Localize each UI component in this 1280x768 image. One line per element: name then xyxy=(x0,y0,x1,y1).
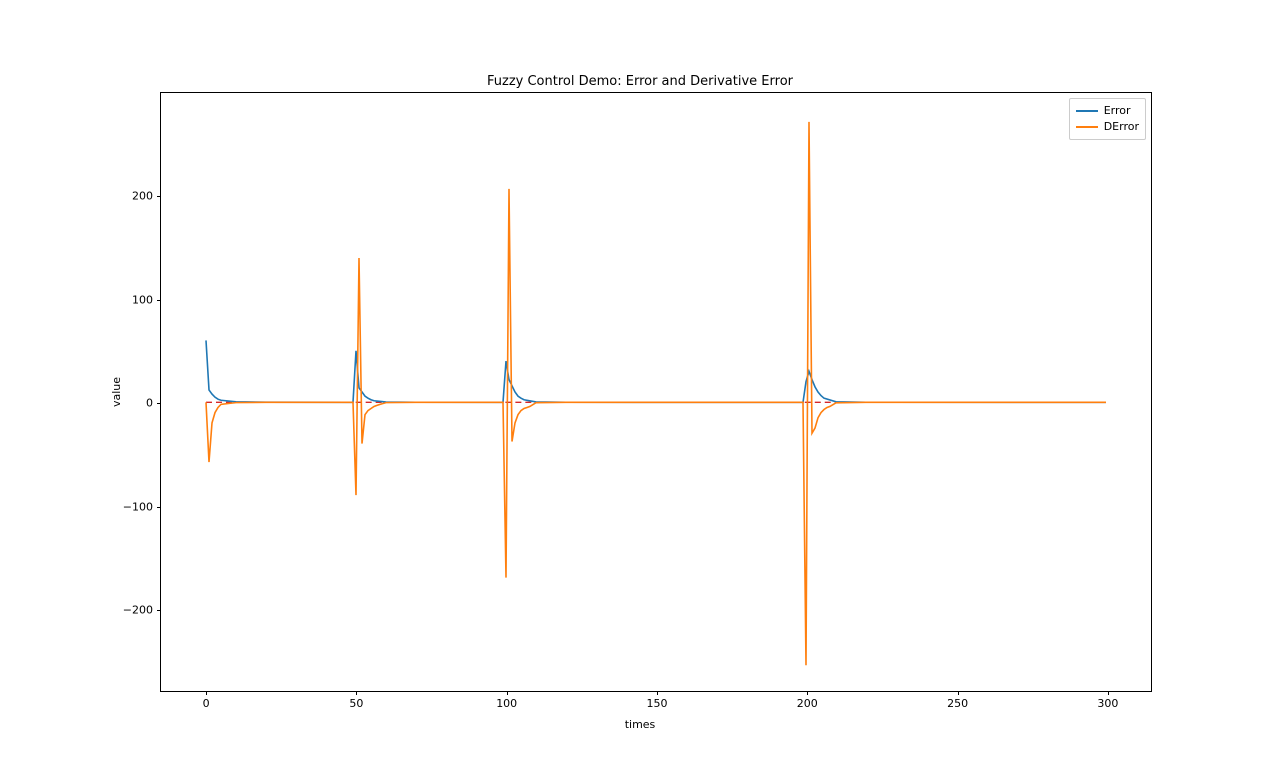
x-tick-label: 300 xyxy=(1097,697,1118,710)
y-tick-label: 0 xyxy=(146,397,153,410)
y-tick xyxy=(157,196,161,197)
y-axis-label: value xyxy=(110,377,123,407)
y-tick xyxy=(157,507,161,508)
figure: Fuzzy Control Demo: Error and Derivative… xyxy=(0,0,1280,768)
chart-title: Fuzzy Control Demo: Error and Derivative… xyxy=(0,74,1280,89)
legend-swatch-error xyxy=(1076,110,1098,112)
x-tick xyxy=(1108,691,1109,695)
y-tick xyxy=(157,300,161,301)
y-tick-label: −200 xyxy=(123,604,153,617)
y-tick-label: −100 xyxy=(123,500,153,513)
lines-layer xyxy=(161,93,1151,691)
x-tick-label: 0 xyxy=(203,697,210,710)
x-tick xyxy=(807,691,808,695)
legend-entry-derror: DError xyxy=(1076,119,1139,135)
x-tick-label: 200 xyxy=(797,697,818,710)
x-tick-label: 100 xyxy=(496,697,517,710)
x-tick-label: 50 xyxy=(349,697,363,710)
series-derror xyxy=(206,122,1106,665)
x-tick xyxy=(657,691,658,695)
y-tick xyxy=(157,610,161,611)
legend-swatch-derror xyxy=(1076,126,1098,128)
x-tick xyxy=(958,691,959,695)
y-tick-label: 100 xyxy=(132,293,153,306)
series-error xyxy=(206,340,1106,402)
legend-label-error: Error xyxy=(1104,103,1131,119)
y-tick-label: 200 xyxy=(132,190,153,203)
legend-entry-error: Error xyxy=(1076,103,1139,119)
x-axis-label: times xyxy=(0,718,1280,731)
x-tick xyxy=(356,691,357,695)
legend: Error DError xyxy=(1069,98,1146,140)
legend-label-derror: DError xyxy=(1104,119,1139,135)
y-tick xyxy=(157,403,161,404)
x-tick-label: 250 xyxy=(947,697,968,710)
x-tick xyxy=(507,691,508,695)
x-tick-label: 150 xyxy=(647,697,668,710)
plot-area: Error DError 050100150200250300−200−1000… xyxy=(160,92,1152,692)
x-tick xyxy=(206,691,207,695)
